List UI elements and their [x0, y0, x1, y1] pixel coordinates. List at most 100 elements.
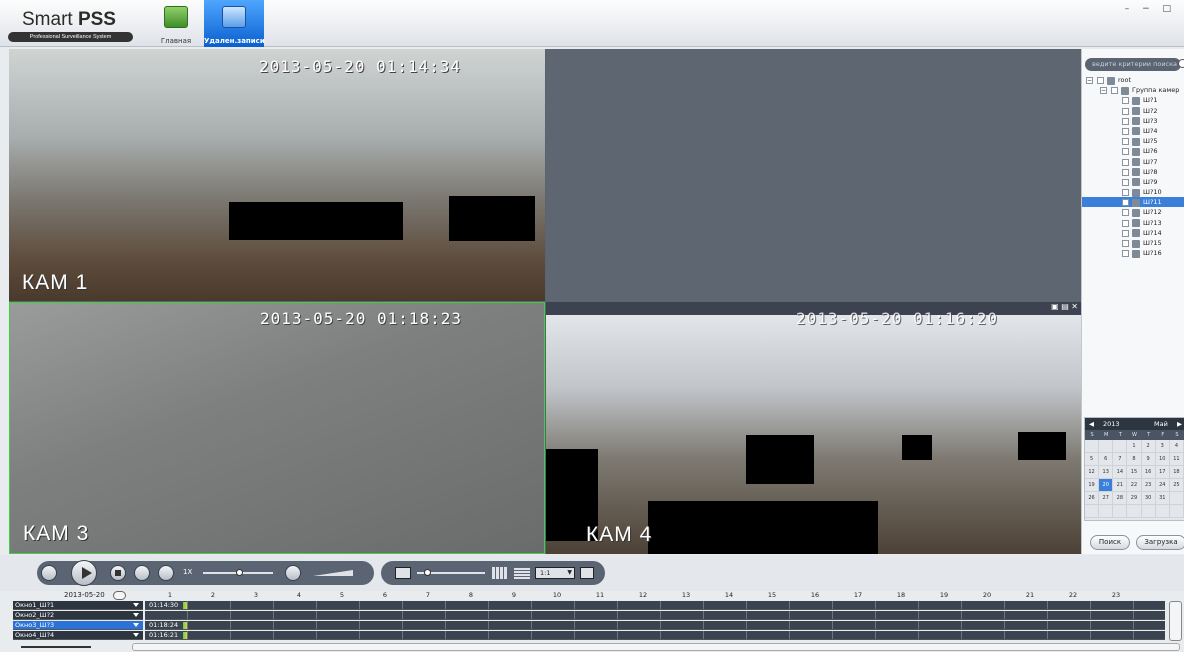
tree-item-camera[interactable]: Ш?7 [1082, 157, 1184, 167]
calendar-day[interactable]: 7 [1113, 453, 1128, 465]
checkbox[interactable] [1122, 178, 1129, 186]
calendar-day[interactable]: 21 [1113, 479, 1128, 491]
timeline-channel-select[interactable]: Окно1_Ш?1 [13, 601, 143, 610]
tree-item-camera[interactable]: Ш?6 [1082, 146, 1184, 156]
timeline-channel-select[interactable]: Окно4_Ш?4 [13, 631, 143, 640]
calendar-day[interactable]: 26 [1085, 492, 1100, 504]
calendar-day[interactable]: 3 [1156, 440, 1170, 452]
split-slider[interactable] [417, 569, 485, 576]
tree-item-camera[interactable]: Ш?13 [1082, 218, 1184, 228]
window-controls[interactable]: – − □ [1125, 4, 1176, 14]
calendar-day[interactable]: 23 [1142, 479, 1156, 491]
tree-item-camera[interactable]: Ш?4 [1082, 126, 1184, 136]
calendar-day[interactable]: 11 [1170, 453, 1184, 465]
timeline-track[interactable]: 01:14:30 [145, 601, 1165, 610]
tree-item-root[interactable]: − root [1082, 75, 1184, 85]
calendar-day[interactable]: 15 [1127, 466, 1142, 478]
calendar-day[interactable]: 5 [1085, 453, 1100, 465]
calendar-day[interactable]: 4 [1170, 440, 1184, 452]
checkbox[interactable] [1111, 87, 1118, 95]
calendar-day[interactable]: 29 [1127, 492, 1142, 504]
nav-home-button[interactable]: Главная [150, 0, 202, 47]
frame-forward-button[interactable] [158, 565, 174, 581]
checkbox[interactable] [1122, 158, 1129, 166]
calendar-day[interactable]: 27 [1099, 492, 1114, 504]
checkbox[interactable] [1097, 77, 1104, 84]
expand-icon[interactable]: − [1100, 87, 1107, 95]
stop-button[interactable] [110, 565, 126, 581]
calendar-day[interactable]: 20 [1099, 479, 1114, 491]
calendar-day[interactable]: 18 [1170, 466, 1184, 478]
timeline-channel-select[interactable]: Окно3_Ш?3 [13, 621, 143, 630]
tree-item-camera[interactable]: Ш?2 [1082, 106, 1184, 116]
calendar-day[interactable]: 28 [1113, 492, 1128, 504]
tree-item-group[interactable]: − Группа камер [1082, 85, 1184, 95]
tree-item-camera[interactable]: Ш?15 [1082, 238, 1184, 248]
play-button[interactable] [71, 560, 97, 586]
next-month-icon[interactable]: ▶ [1177, 418, 1182, 430]
search-input[interactable]: ведите критерии поиска [1085, 58, 1181, 71]
timeline-track[interactable]: 01:18:24 [145, 621, 1165, 630]
fullscreen-icon[interactable] [580, 567, 594, 579]
checkbox[interactable] [1122, 138, 1129, 146]
speed-slider-handle[interactable] [236, 569, 243, 576]
calendar-day[interactable]: 12 [1085, 466, 1100, 478]
split-slider-handle[interactable] [424, 569, 431, 576]
tree-item-camera[interactable]: Ш?11 [1082, 197, 1184, 208]
checkbox[interactable] [1122, 117, 1129, 125]
checkbox[interactable] [1122, 209, 1129, 217]
checkbox[interactable] [1122, 168, 1129, 176]
calendar-day[interactable]: 8 [1127, 453, 1142, 465]
timeline-track[interactable]: 01:16:21 [145, 631, 1165, 640]
sync-play-icon[interactable] [41, 565, 57, 581]
calendar-day[interactable]: 17 [1156, 466, 1170, 478]
tree-item-camera[interactable]: Ш?3 [1082, 116, 1184, 126]
calendar-day[interactable]: 9 [1142, 453, 1156, 465]
prev-month-icon[interactable]: ◀ [1089, 418, 1094, 430]
calendar-day[interactable]: 22 [1127, 479, 1142, 491]
checkbox[interactable] [1122, 107, 1129, 115]
calendar-day[interactable]: 14 [1113, 466, 1128, 478]
tree-item-camera[interactable]: Ш?9 [1082, 177, 1184, 187]
tree-item-camera[interactable]: Ш?1 [1082, 95, 1184, 105]
tree-item-camera[interactable]: Ш?12 [1082, 207, 1184, 217]
calendar-day[interactable]: 25 [1170, 479, 1184, 491]
calendar-day[interactable]: 2 [1142, 440, 1156, 452]
tree-item-camera[interactable]: Ш?5 [1082, 136, 1184, 146]
video-pane-3[interactable]: 2013-05-20 01:18:23 КАМ 3 [9, 302, 545, 554]
calendar-day[interactable]: 13 [1099, 466, 1114, 478]
audio-icon[interactable] [285, 565, 301, 581]
download-button[interactable]: Загрузка [1136, 535, 1184, 550]
speed-slider[interactable] [203, 569, 273, 576]
pane-tools[interactable]: ▣ ▤ ✕ [1051, 302, 1078, 311]
checkbox[interactable] [1122, 148, 1129, 156]
tree-item-camera[interactable]: Ш?16 [1082, 248, 1184, 258]
timeline-track[interactable] [145, 611, 1165, 620]
calendar-day[interactable]: 6 [1099, 453, 1114, 465]
tree-item-camera[interactable]: Ш?8 [1082, 167, 1184, 177]
checkbox[interactable] [1122, 240, 1129, 247]
checkbox[interactable] [1122, 97, 1129, 105]
calendar-day[interactable]: 16 [1142, 466, 1156, 478]
checkbox[interactable] [1122, 127, 1129, 135]
nav-remote-playback-button[interactable]: Удален.записи [204, 0, 265, 47]
calendar-day[interactable]: 19 [1085, 479, 1100, 491]
checkbox[interactable] [1122, 229, 1129, 237]
video-pane-2-empty[interactable] [546, 49, 1081, 301]
calendar-day[interactable]: 31 [1156, 492, 1170, 504]
timeline-zoom-slider[interactable] [13, 643, 100, 651]
search-icon[interactable] [1178, 59, 1184, 68]
checkbox[interactable] [1122, 250, 1129, 258]
grid-icon[interactable] [492, 567, 508, 579]
calendar-day[interactable]: 1 [1127, 440, 1142, 452]
volume-slider[interactable] [313, 570, 353, 576]
tree-item-camera[interactable]: Ш?14 [1082, 228, 1184, 238]
timeline-back-icon[interactable] [113, 591, 126, 600]
tree-item-camera[interactable]: Ш?10 [1082, 187, 1184, 197]
timeline-channel-select[interactable]: Окно2_Ш?2 [13, 611, 143, 620]
video-pane-4[interactable]: ▣ ▤ ✕ 2013-05-20 01:16:20 КАМ 4 [546, 302, 1081, 554]
checkbox[interactable] [1122, 199, 1129, 207]
multi-window-icon[interactable] [514, 567, 530, 579]
checkbox[interactable] [1122, 189, 1129, 197]
split-layout-icon[interactable] [395, 567, 411, 579]
